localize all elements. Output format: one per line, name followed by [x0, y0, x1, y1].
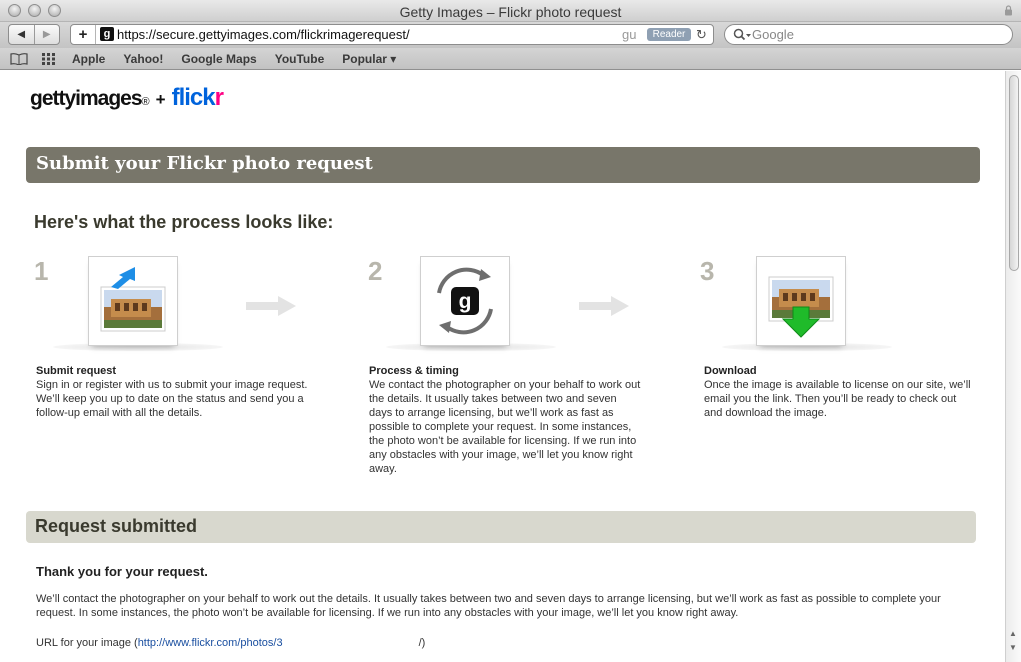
process-heading: Here's what the process looks like: [34, 212, 334, 232]
top-sites-grid-icon[interactable] [42, 53, 55, 65]
request-detail-text: We’ll contact the photographer on your b… [36, 593, 941, 619]
request-submitted-panel: Request submitted [26, 511, 976, 543]
step-2-title: Process & timing [369, 365, 459, 377]
step-2-description: We contact the photographer on your beha… [369, 379, 641, 475]
logo-flickr-blue-part: flick [171, 84, 216, 111]
getty-flickr-logo[interactable]: gettyimages ® + flickr [30, 84, 224, 112]
step-3-number: 3 [700, 256, 715, 286]
scroll-up-icon[interactable]: ▲ [1009, 629, 1017, 638]
download-photo-icon [768, 276, 834, 338]
bookmark-youtube[interactable]: YouTube [275, 52, 325, 66]
step-3-illustration [756, 256, 846, 346]
step-1-title: Submit request [36, 365, 117, 377]
step-1-number: 1 [34, 256, 49, 286]
bookmarks-book-icon[interactable] [10, 53, 28, 65]
logo-flickr-text: flickr [171, 84, 224, 112]
logo-plus-text: + [155, 90, 166, 109]
image-url-end: /) [418, 637, 426, 649]
step-2-illustration: g [420, 256, 510, 346]
nav-buttons: ◀ ▶ [8, 24, 60, 45]
thank-you-heading: Thank you for your request. [36, 564, 208, 579]
add-bookmark-button[interactable]: + [71, 25, 96, 44]
step-2-number: 2 [368, 256, 383, 286]
getty-favicon-icon: g [100, 27, 114, 41]
window-title: Getty Images – Flickr photo request [399, 4, 622, 20]
upload-photo-icon [100, 267, 166, 332]
bookmark-apple[interactable]: Apple [72, 52, 105, 66]
scroll-thumb[interactable] [1009, 75, 1019, 271]
bookmark-yahoo[interactable]: Yahoo! [123, 52, 163, 66]
logo-flickr-pink-part: r [214, 84, 224, 111]
reader-button[interactable]: Reader [647, 28, 691, 41]
reload-icon[interactable]: ↻ [696, 27, 707, 43]
browser-toolbar: ◀ ▶ + g https://secure.gettyimages.com/f… [0, 22, 1021, 48]
page-content: gettyimages ® + flickr Submit your Flick… [0, 71, 1005, 662]
processing-g-icon: g [437, 267, 493, 335]
image-url-label: URL for your image ( [36, 637, 138, 649]
logo-registered-mark: ® [141, 96, 150, 108]
image-url-link[interactable]: http://www.flickr.com/photos/3 [138, 637, 283, 649]
logo-getty-text: gettyimages [30, 87, 143, 110]
url-tail-text: gu [622, 27, 637, 42]
step-3-description: Once the image is available to license o… [704, 379, 971, 419]
back-button[interactable]: ◀ [9, 25, 35, 44]
step-arrow-icon [579, 296, 629, 316]
back-arrow-icon: ◀ [17, 29, 26, 40]
forward-button[interactable]: ▶ [35, 25, 60, 44]
address-bar[interactable]: + g https://secure.gettyimages.com/flick… [70, 24, 714, 45]
step-1-illustration [88, 256, 178, 346]
step-1-description: Sign in or register with us to submit yo… [36, 379, 308, 419]
bookmarks-bar: Apple Yahoo! Google Maps YouTube Popular… [0, 48, 1021, 70]
vertical-scrollbar[interactable]: ▲ ▼ [1005, 71, 1021, 662]
search-input[interactable] [752, 26, 1002, 43]
forward-arrow-icon: ▶ [42, 29, 51, 40]
window-titlebar: Getty Images – Flickr photo request [0, 0, 1021, 22]
page-title: Submit your Flickr photo request [36, 153, 373, 174]
image-url-line: URL for your image (http://www.flickr.co… [36, 637, 425, 649]
search-icon [733, 28, 751, 41]
step-arrow-icon [246, 296, 296, 316]
svg-text:g: g [459, 290, 472, 313]
scroll-down-icon[interactable]: ▼ [1009, 643, 1017, 652]
search-box[interactable] [724, 24, 1013, 45]
page-banner: Submit your Flickr photo request [26, 147, 980, 183]
step-3-title: Download [704, 365, 757, 377]
bookmark-popular-menu[interactable]: Popular ▾ [342, 52, 396, 66]
bookmark-list: Apple Yahoo! Google Maps YouTube Popular… [72, 52, 414, 66]
request-submitted-title: Request submitted [35, 516, 198, 536]
lock-icon [1005, 5, 1012, 16]
bookmark-google-maps[interactable]: Google Maps [181, 52, 256, 66]
url-text[interactable]: https://secure.gettyimages.com/flickrima… [117, 27, 410, 42]
